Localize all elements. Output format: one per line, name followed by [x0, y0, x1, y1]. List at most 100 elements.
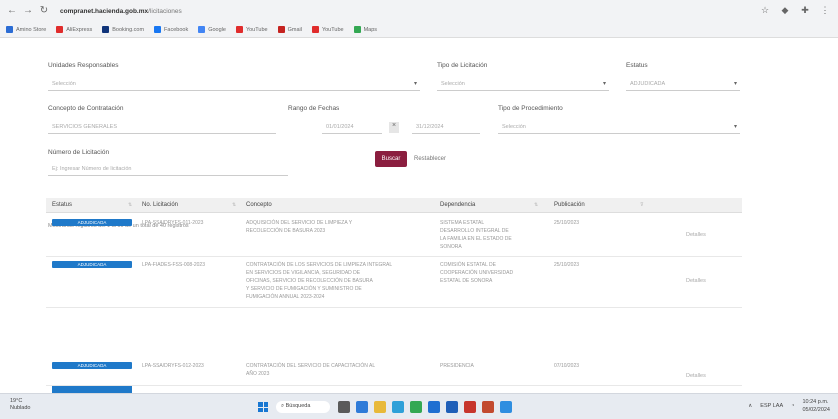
concepto-cell: ADQUISICIÓN DEL SERVICIO DE LIMPIEZA Y R… — [246, 220, 353, 234]
fecha-fin-input[interactable]: 31/12/2024 — [412, 121, 480, 134]
chevron-down-icon: ▾ — [413, 81, 417, 87]
concepto-label: Concepto de Contratación — [48, 105, 124, 112]
bookmark-favicon-icon — [56, 26, 64, 33]
tipo-procedimiento-label: Tipo de Procedimiento — [498, 105, 563, 112]
bookmark-favicon-icon — [311, 26, 319, 33]
column-header-concepto[interactable]: Concepto — [246, 202, 272, 208]
wifi-icon[interactable]: ◔ — [791, 402, 794, 410]
tipo-procedimiento-select[interactable]: Selección ▾ — [498, 121, 740, 134]
bookmark-favicon-icon — [235, 26, 243, 33]
bookmark-favicon-icon — [198, 26, 206, 33]
sort-icon[interactable]: ⇅ — [534, 202, 538, 208]
bookmark-item[interactable]: YouTube — [235, 26, 268, 33]
bookmark-item[interactable]: Amino Store — [6, 26, 46, 33]
numero-licitacion-input[interactable]: Ej: Ingresar Número de licitación — [48, 163, 288, 176]
dependencia-cell: COMISIÓN ESTATAL DE COOPERACIÓN UNIVERSI… — [440, 262, 514, 284]
date-range-separator-icon: × — [389, 122, 399, 133]
detalles-link[interactable]: Detalles — [686, 232, 706, 238]
unidades-label: Unidades Responsables — [48, 62, 119, 69]
estatus-badge: ADJUDICADA — [52, 362, 132, 369]
unidades-select[interactable]: Selección ▾ — [48, 78, 420, 91]
taskbar-search[interactable]: ⌕ Búsqueda — [276, 401, 330, 413]
bookmark-item[interactable]: Maps — [353, 26, 377, 33]
weather-widget[interactable]: 19°C Nublado — [10, 398, 31, 412]
browser-address-bar: ← → ↻ compranet.hacienda.gob.mx/licitaci… — [0, 0, 838, 22]
windows-start-icon[interactable] — [258, 402, 268, 412]
bookmark-item[interactable]: Facebook — [154, 26, 188, 33]
folder-icon[interactable] — [374, 401, 386, 413]
table-row: ADJUDICADA LPA-FIADES-FSS-008-2023 CONTR… — [46, 258, 742, 308]
sort-icon[interactable]: ⇅ — [232, 202, 236, 208]
bookmark-favicon-icon — [6, 26, 13, 33]
numero-licitacion-label: Número de Licitación — [48, 149, 110, 156]
bookmark-item[interactable]: Gmail — [277, 26, 302, 33]
menu-icon[interactable]: ⋮ — [820, 5, 830, 15]
tipo-licitacion-select[interactable]: Selección ▾ — [437, 78, 609, 91]
back-icon[interactable]: ← — [6, 5, 18, 17]
estatus-badge: ADJUDICADA — [52, 219, 132, 226]
bookmark-favicon-icon — [353, 26, 361, 33]
bookmark-item[interactable]: YouTube — [311, 26, 344, 33]
chevron-down-icon: ▾ — [733, 81, 737, 87]
numero-cell: LPA-SSA/DRYFS-011-2023 — [142, 220, 204, 226]
url-path: /licitaciones — [148, 7, 182, 15]
concepto-input[interactable]: SERVICIOS GENERALES — [48, 121, 276, 134]
estatus-label: Estatus — [626, 62, 648, 69]
puzzle-icon[interactable]: ✚ — [800, 5, 810, 15]
concepto-cell: CONTRATACIÓN DEL SERVICIO DE CAPACITACIÓ… — [246, 363, 376, 377]
fecha-inicio-input[interactable]: 01/01/2024 — [322, 121, 382, 134]
numero-cell: LPA-SSA/DRYFS-012-2023 — [142, 363, 204, 369]
sort-icon[interactable]: ⇅ — [128, 202, 132, 208]
word-icon[interactable] — [446, 401, 458, 413]
extensions-area: ☆ ◆ ✚ ⋮ — [760, 5, 830, 15]
app-icon[interactable] — [500, 401, 512, 413]
restablecer-button[interactable]: Restablecer — [414, 151, 454, 167]
buscar-button[interactable]: Buscar — [375, 151, 407, 167]
bookmark-favicon-icon — [102, 26, 110, 33]
bookmark-item[interactable]: Google — [198, 26, 226, 33]
system-tray: ∧ ESP LAA ◔ 10:24 p.m. 05/02/2024 — [748, 398, 830, 414]
detalles-link[interactable]: Detalles — [686, 278, 706, 284]
tray-chevron-icon[interactable]: ∧ — [748, 402, 752, 410]
windows-taskbar: 19°C Nublado ⌕ Búsqueda ∧ ESP LAA ◔ 10:2… — [0, 393, 838, 419]
dependencia-cell: PRESIDENCIA — [440, 363, 474, 369]
table-row: ADJUDICADA LPA-SSA/DRYFS-012-2023 CONTRA… — [46, 359, 742, 386]
tipo-licitacion-label: Tipo de Licitación — [437, 62, 488, 69]
task-view-icon[interactable] — [338, 401, 350, 413]
chrome-icon[interactable] — [410, 401, 422, 413]
column-header-dependencia[interactable]: Dependencia — [440, 202, 475, 208]
bookmark-favicon-icon — [277, 26, 285, 33]
store-icon[interactable] — [428, 401, 440, 413]
bookmark-star-icon[interactable]: ☆ — [760, 5, 770, 15]
dependencia-cell: SISTEMA ESTATAL DESARROLLO INTEGRAL DE L… — [440, 220, 512, 250]
bookmarks-bar: Amino Store AliExpress Booking.com Faceb… — [0, 22, 838, 38]
url-field[interactable]: compranet.hacienda.gob.mx/licitaciones — [60, 8, 182, 15]
rango-fechas-label: Rango de Fechas — [288, 105, 340, 112]
table-row: ADJUDICADA LPA-SSA/DRYFS-011-2023 ADQUIS… — [46, 216, 742, 257]
numero-cell: LPA-FIADES-FSS-008-2023 — [142, 262, 205, 268]
edge-icon[interactable] — [392, 401, 404, 413]
table-header: Estatus ⇅ No. Licitación ⇅ Concepto Depe… — [46, 198, 742, 213]
filter-icon[interactable]: ⊽ — [640, 202, 644, 208]
column-header-numero[interactable]: No. Licitación — [142, 202, 178, 208]
forward-icon[interactable]: → — [22, 5, 34, 17]
powerpoint-icon[interactable] — [482, 401, 494, 413]
publicacion-cell: 07/10/2023 — [554, 363, 580, 369]
concepto-cell: CONTRATACIÓN DE LOS SERVICIOS DE LIMPIEZ… — [246, 262, 393, 300]
acrobat-icon[interactable] — [464, 401, 476, 413]
chevron-down-icon: ▾ — [733, 124, 737, 130]
bookmark-item[interactable]: Booking.com — [102, 26, 144, 33]
column-header-estatus[interactable]: Estatus — [52, 202, 72, 208]
bookmark-favicon-icon — [154, 26, 162, 33]
bookmark-item[interactable]: AliExpress — [56, 26, 92, 33]
estatus-select[interactable]: ADJUDICADA ▾ — [626, 78, 740, 91]
publicacion-cell: 25/10/2023 — [554, 220, 580, 226]
column-header-publicacion[interactable]: Publicación — [554, 202, 585, 208]
chevron-down-icon: ▾ — [602, 81, 606, 87]
language-indicator[interactable]: ESP LAA — [760, 402, 783, 410]
detalles-link[interactable]: Detalles — [686, 373, 706, 379]
clock[interactable]: 10:24 p.m. 05/02/2024 — [802, 398, 830, 414]
file-explorer-icon[interactable] — [356, 401, 368, 413]
reload-icon[interactable]: ↻ — [38, 5, 50, 17]
extension-icon[interactable]: ◆ — [780, 5, 790, 15]
